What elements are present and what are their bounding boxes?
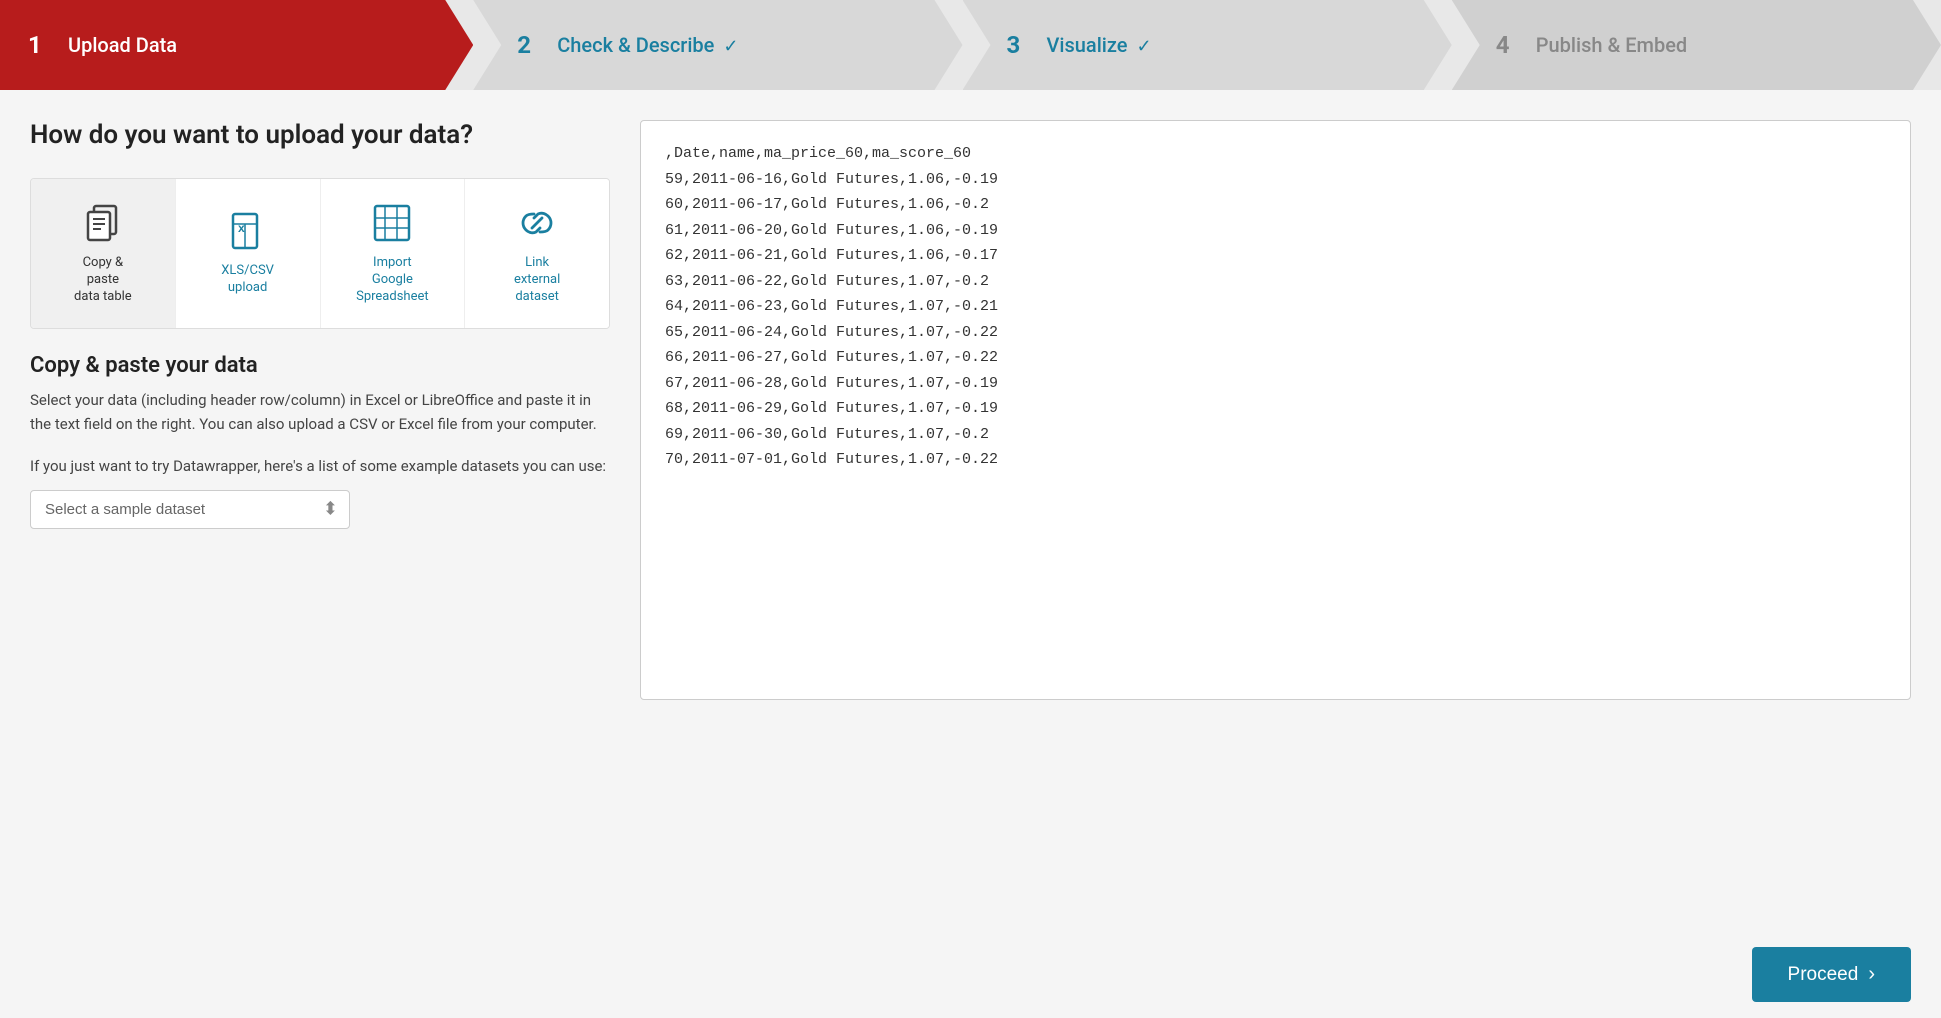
step-publish-embed: 4 Publish & Embed [1452, 0, 1941, 90]
step-upload-data[interactable]: 1 Upload Data [0, 0, 473, 90]
method-xls-csv-label: XLS/CSVupload [221, 263, 274, 297]
step-4-label: Publish & Embed [1536, 33, 1687, 57]
svg-text:x: x [238, 221, 245, 235]
step-visualize[interactable]: 3 Visualize ✓ [963, 0, 1452, 90]
step-3-label: Visualize ✓ [1047, 33, 1152, 57]
right-panel: ,Date,name,ma_price_60,ma_score_60 59,20… [640, 120, 1911, 901]
method-copy-paste-label: Copy &pastedata table [74, 255, 132, 306]
upload-methods: Copy &pastedata table x XLS/CSVupload [30, 178, 610, 329]
method-link-external-label: Linkexternaldataset [514, 255, 560, 306]
wizard-bar: 1 Upload Data 2 Check & Describe ✓ 3 Vis… [0, 0, 1941, 90]
google-spreadsheet-icon [370, 201, 414, 245]
left-panel: How do you want to upload your data? Cop… [30, 120, 610, 901]
section-description: Select your data (including header row/c… [30, 388, 610, 436]
data-preview[interactable]: ,Date,name,ma_price_60,ma_score_60 59,20… [640, 120, 1911, 700]
proceed-arrow-icon: › [1868, 963, 1875, 986]
method-copy-paste[interactable]: Copy &pastedata table [31, 179, 176, 328]
step-1-label: Upload Data [68, 33, 177, 57]
proceed-label: Proceed [1788, 964, 1859, 986]
step-3-check: ✓ [1137, 36, 1152, 57]
sample-dataset-wrapper: Select a sample dataset ⬍ [30, 490, 350, 529]
proceed-button[interactable]: Proceed › [1752, 947, 1911, 1002]
upload-question: How do you want to upload your data? [30, 120, 610, 150]
copy-paste-section: Copy & paste your data Select your data … [30, 353, 610, 529]
method-xls-csv[interactable]: x XLS/CSVupload [176, 179, 321, 328]
section-title: Copy & paste your data [30, 353, 610, 378]
main-content: How do you want to upload your data? Cop… [0, 120, 1941, 931]
sample-dataset-select[interactable]: Select a sample dataset [30, 490, 350, 529]
method-google-spreadsheet-label: ImportGoogleSpreadsheet [356, 255, 429, 306]
xls-csv-icon: x [226, 209, 270, 253]
sample-label: If you just want to try Datawrapper, her… [30, 454, 610, 478]
step-2-check: ✓ [723, 36, 738, 57]
footer-bar: Proceed › [0, 931, 1941, 1018]
method-google-spreadsheet[interactable]: ImportGoogleSpreadsheet [321, 179, 466, 328]
copy-paste-icon [81, 201, 125, 245]
method-link-external[interactable]: Linkexternaldataset [465, 179, 609, 328]
step-4-number: 4 [1496, 31, 1524, 59]
step-2-number: 2 [517, 31, 545, 59]
step-1-number: 1 [28, 31, 56, 59]
step-2-label: Check & Describe ✓ [557, 33, 738, 57]
link-external-icon [515, 201, 559, 245]
step-check-describe[interactable]: 2 Check & Describe ✓ [473, 0, 962, 90]
step-3-number: 3 [1007, 31, 1035, 59]
